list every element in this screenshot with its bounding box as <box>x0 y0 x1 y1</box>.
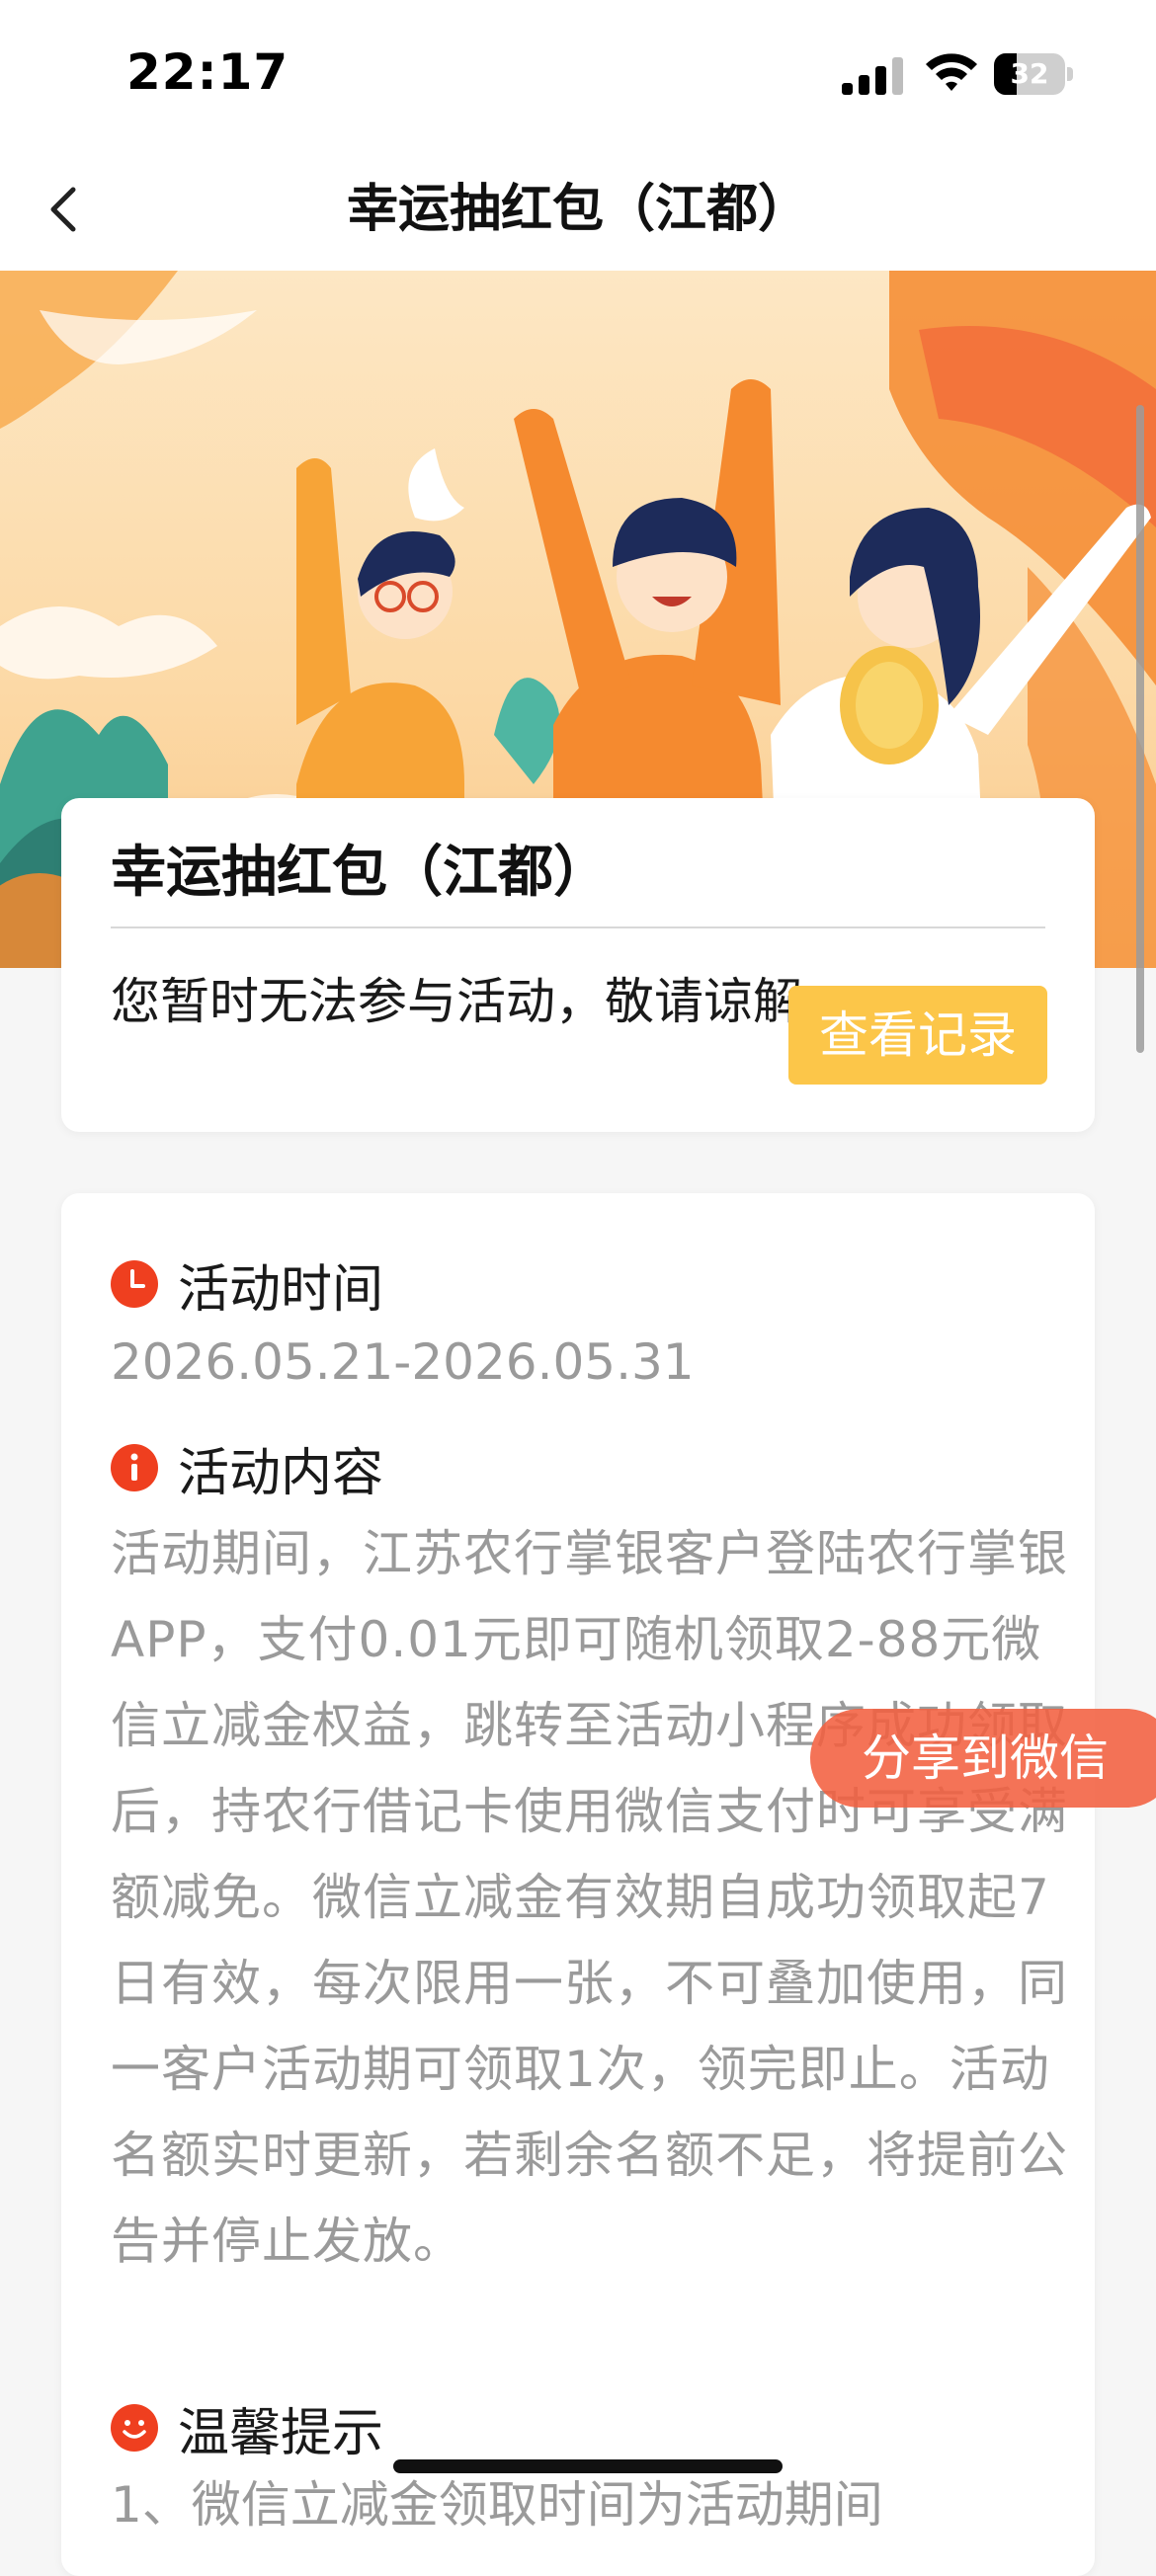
page-title: 幸运抽红包（江都） <box>346 180 809 239</box>
activity-content-text: 活动期间，江苏农行掌银客户登陆农行掌银APP，支付0.01元即可随机领取2-88… <box>111 1525 1068 2270</box>
battery-body: 32 <box>994 53 1065 95</box>
chevron-left-icon <box>50 187 76 232</box>
view-records-button[interactable]: 查看记录 <box>788 986 1047 1085</box>
activity-content-heading: 活动内容 <box>111 1438 383 1503</box>
share-to-wechat-button[interactable]: 分享到微信 <box>810 1709 1156 1808</box>
activity-time-heading: 活动时间 <box>111 1254 383 1320</box>
tips-first-line: 1、微信立减金领取时间为活动期间 <box>111 2476 883 2534</box>
divider <box>111 926 1045 928</box>
status-bar: 22:17 32 <box>0 0 1156 148</box>
activity-header-card: 幸运抽红包（江都） 您暂时无法参与活动，敬请谅解 查看记录 <box>61 798 1095 1132</box>
battery-cap <box>1067 67 1073 81</box>
back-button[interactable] <box>30 170 109 249</box>
activity-content-label: 活动内容 <box>178 1443 384 1503</box>
home-indicator[interactable] <box>393 2459 783 2473</box>
status-time: 22:17 <box>126 43 289 101</box>
tips-label: 温馨提示 <box>178 2403 384 2463</box>
activity-time-label: 活动时间 <box>178 1259 384 1320</box>
activity-detail-card: 活动时间 2026.05.21-2026.05.31 活动内容 活动期间，江苏农… <box>61 1193 1095 2576</box>
cellular-signal-icon <box>842 55 903 95</box>
scrollbar[interactable] <box>1136 405 1144 1053</box>
battery-level-text: 32 <box>1010 57 1049 90</box>
nav-bar: 幸运抽红包（江都） <box>0 148 1156 271</box>
battery-icon: 32 <box>994 53 1073 95</box>
wifi-icon <box>923 49 980 95</box>
activity-time-value: 2026.05.21-2026.05.31 <box>111 1333 695 1391</box>
tips-heading: 温馨提示 <box>111 2398 383 2463</box>
info-icon <box>111 1444 158 1491</box>
smile-icon <box>111 2404 158 2452</box>
card-title: 幸运抽红包（江都） <box>111 841 609 905</box>
ineligible-message: 您暂时无法参与活动，敬请谅解 <box>111 973 802 1030</box>
clock-icon <box>111 1260 158 1308</box>
